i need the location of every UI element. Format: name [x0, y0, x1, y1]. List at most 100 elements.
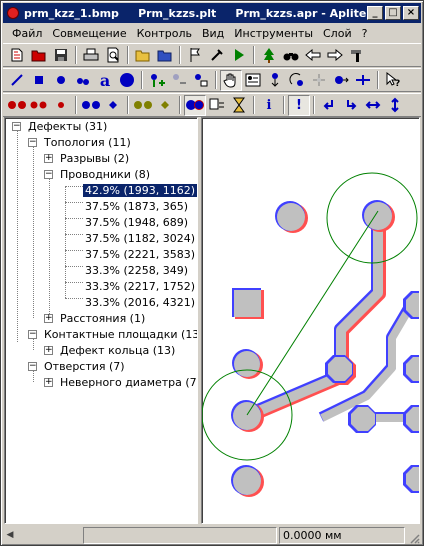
title-bar[interactable]: prm_kzz_1.bmp Prm_kzzs.plt Prm_kzzs.apr … — [3, 3, 421, 23]
turn-right-icon[interactable] — [340, 95, 362, 116]
info-icon[interactable]: i — [258, 95, 280, 116]
tree-item-defect[interactable]: 37.5% (1948, 689) — [83, 214, 190, 230]
tree-node-label: Разрывы (2) — [60, 151, 130, 165]
tree-item-defect[interactable]: 33.3% (2258, 349) — [83, 262, 190, 278]
properties-icon[interactable] — [242, 70, 264, 91]
tree-node-conductors[interactable]: − Проводники (8) — [44, 166, 152, 182]
hourglass-icon[interactable] — [228, 95, 250, 116]
collapse-icon[interactable]: − — [44, 169, 53, 179]
flag-icon[interactable] — [184, 45, 206, 66]
toolbar-separator — [75, 96, 77, 114]
tree-item-defect[interactable]: 42.9% (1993, 1162) — [81, 182, 197, 198]
tree-guide-line — [65, 266, 83, 267]
menu-view[interactable]: Вид — [197, 27, 229, 40]
resize-grip-icon[interactable] — [408, 532, 420, 544]
collapse-icon[interactable]: − — [28, 329, 37, 339]
toolbar-separator — [127, 96, 129, 114]
tree-node-pads[interactable]: − Контактные площадки (13) — [28, 326, 197, 342]
open-folder-blue-icon[interactable] — [154, 45, 176, 66]
pad — [232, 288, 264, 319]
tree-node-defects[interactable]: − Дефекты (31) — [12, 118, 109, 134]
layer-swap-icon[interactable] — [206, 95, 228, 116]
tree-item-defect[interactable]: 37.5% (1182, 3024) — [83, 230, 197, 246]
arrow-left-icon[interactable] — [302, 45, 324, 66]
menu-tools[interactable]: Инструменты — [229, 27, 318, 40]
open-red-icon[interactable] — [28, 45, 50, 66]
menu-bar: Файл Совмещение Контроль Вид Инструменты… — [3, 24, 421, 42]
text-tool-icon[interactable]: a — [94, 70, 116, 91]
print-preview-icon[interactable] — [102, 45, 124, 66]
print-icon[interactable] — [80, 45, 102, 66]
add-node-icon[interactable] — [146, 70, 168, 91]
context-help-icon[interactable]: ? — [382, 70, 404, 91]
remove-node-icon[interactable] — [168, 70, 190, 91]
open-folder-icon[interactable] — [132, 45, 154, 66]
coordinate-readout: 0.0000 мм — [279, 526, 405, 544]
save-icon[interactable] — [50, 45, 72, 66]
menu-help[interactable]: ? — [357, 27, 373, 40]
hand-tool-icon[interactable] — [220, 69, 242, 91]
scroll-left-icon[interactable]: ◀ — [3, 527, 17, 543]
olive-pads-icon[interactable] — [132, 95, 154, 116]
blue-pad-small-icon[interactable] — [102, 95, 124, 116]
snap-icon[interactable] — [308, 70, 330, 91]
tree-node-wrong-diameter[interactable]: + Неверного диаметра (7) — [44, 374, 198, 390]
line-tool-icon[interactable] — [6, 70, 28, 91]
red-pads-medium-icon[interactable] — [28, 95, 50, 116]
tree-node-holes[interactable]: − Отверстия (7) — [28, 358, 127, 374]
connect-icon[interactable] — [190, 70, 212, 91]
expand-icon[interactable]: + — [44, 377, 53, 387]
expand-icon[interactable]: + — [44, 345, 53, 355]
overlay-pads-icon[interactable] — [184, 94, 206, 116]
close-button[interactable]: × — [403, 6, 419, 20]
tree-node-label: Неверного диаметра (7) — [60, 375, 198, 389]
rotate-icon[interactable] — [286, 70, 308, 91]
move-icon[interactable] — [264, 70, 286, 91]
tree-item-defect[interactable]: 37.5% (1873, 365) — [83, 198, 190, 214]
turn-left-icon[interactable] — [318, 95, 340, 116]
menu-alignment[interactable]: Совмещение — [47, 27, 131, 40]
red-pad-small-icon[interactable] — [50, 95, 72, 116]
collapse-icon[interactable]: − — [12, 121, 21, 131]
blue-pads-icon[interactable] — [80, 95, 102, 116]
node-arrow-icon[interactable] — [330, 70, 352, 91]
circle-tool-icon[interactable] — [50, 70, 72, 91]
run-icon[interactable] — [228, 45, 250, 66]
collapse-icon[interactable]: − — [28, 361, 37, 371]
olive-pad-small-icon[interactable] — [154, 95, 176, 116]
align-icon[interactable] — [352, 70, 374, 91]
maximize-button[interactable]: □ — [385, 6, 401, 20]
tree-item-defect[interactable]: 33.3% (2217, 1752) — [83, 278, 197, 294]
tree-guide-line — [49, 178, 50, 318]
red-pads-large-icon[interactable] — [6, 95, 28, 116]
tree-item-defect[interactable]: 33.3% (2016, 4321) — [83, 294, 197, 310]
hammer-icon[interactable] — [346, 45, 368, 66]
menu-control[interactable]: Контроль — [132, 27, 197, 40]
collapse-icon[interactable]: − — [28, 137, 37, 147]
tree-guide-line — [33, 146, 34, 318]
rectangle-tool-icon[interactable] — [28, 70, 50, 91]
tree-icon[interactable] — [258, 45, 280, 66]
expand-icon[interactable]: + — [44, 313, 53, 323]
tool-icon[interactable] — [206, 45, 228, 66]
pad-tool-icon[interactable] — [116, 70, 138, 91]
path-tool-icon[interactable] — [72, 70, 94, 91]
tree-item-defect[interactable]: 37.5% (2221, 3583) — [83, 246, 197, 262]
tree-node-distances[interactable]: + Расстояния (1) — [44, 310, 147, 326]
tree-node-topology[interactable]: − Топология (11) — [28, 134, 133, 150]
tree-guide-line — [65, 202, 83, 203]
tree-node-breaks[interactable]: + Разрывы (2) — [44, 150, 131, 166]
menu-layer[interactable]: Слой — [318, 27, 357, 40]
tree-node-ring-defect[interactable]: + Дефект кольца (13) — [44, 342, 177, 358]
menu-file[interactable]: Файл — [7, 27, 47, 40]
arrow-right-icon[interactable] — [324, 45, 346, 66]
horizontal-arrows-icon[interactable] — [362, 95, 384, 116]
new-icon[interactable] — [6, 45, 28, 66]
vertical-arrows-icon[interactable] — [384, 95, 406, 116]
exclamation-icon[interactable]: ! — [288, 94, 310, 116]
defect-tree: − Дефекты (31) − Топология (11) + Разрывы (… — [4, 117, 198, 524]
minimize-button[interactable]: _ — [367, 6, 383, 20]
pcb-canvas[interactable] — [201, 117, 420, 524]
expand-icon[interactable]: + — [44, 153, 53, 163]
binoculars-icon[interactable] — [280, 45, 302, 66]
